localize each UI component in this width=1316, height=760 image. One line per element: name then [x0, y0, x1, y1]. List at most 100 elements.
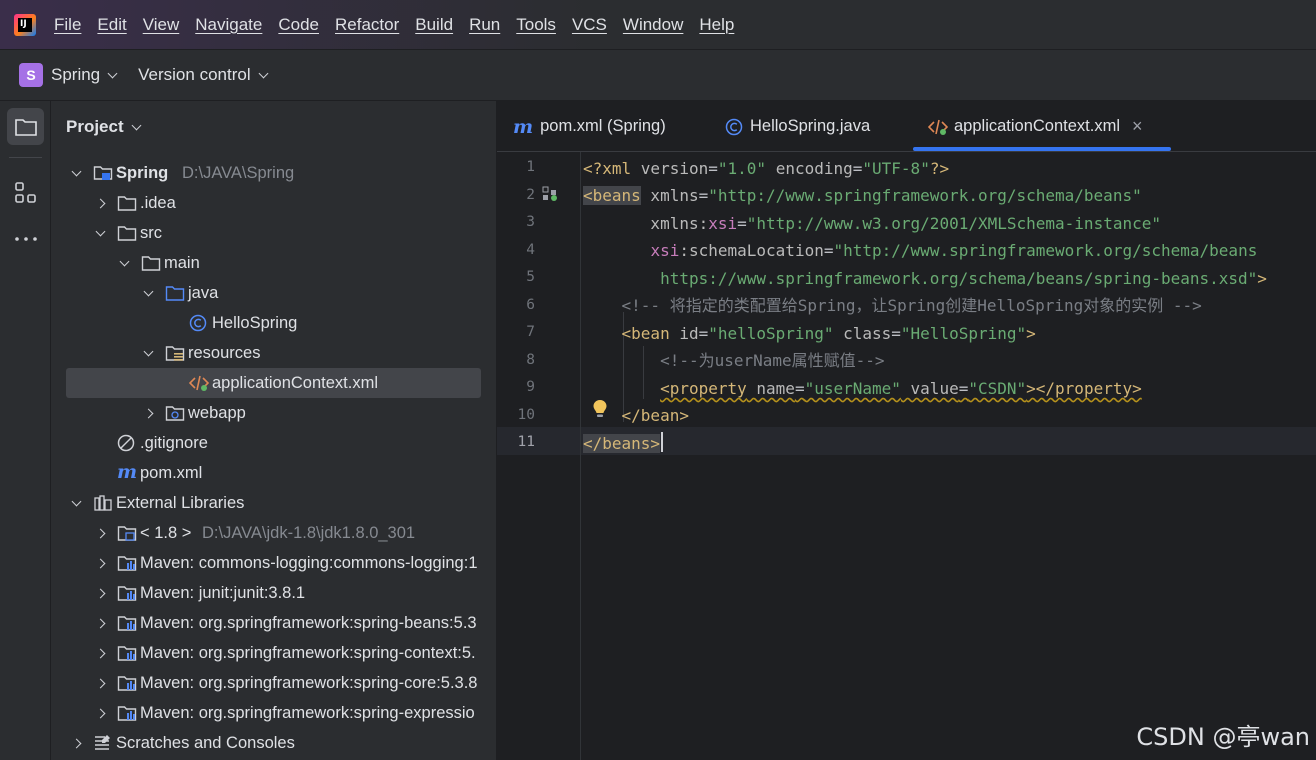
tree-item-scratches-and-consoles[interactable]: Scratches and Consoles: [51, 728, 496, 758]
tree-item-java[interactable]: java: [51, 278, 496, 308]
expand-arrow-down-icon[interactable]: [69, 166, 83, 180]
expand-arrow-down-icon[interactable]: [93, 226, 107, 240]
line-number[interactable]: 6: [497, 297, 535, 313]
tree-item-label: Maven: org.springframework:spring-expres…: [140, 703, 475, 722]
tree-item-label: webapp: [188, 403, 246, 422]
intellij-logo-icon[interactable]: IJ: [14, 13, 36, 36]
module-folder-icon: [93, 164, 113, 180]
expand-arrow-right-icon[interactable]: [93, 706, 107, 720]
expand-arrow-right-icon[interactable]: [93, 586, 107, 600]
tree-item-webapp[interactable]: webapp: [51, 398, 496, 428]
menu-code[interactable]: Code: [278, 15, 319, 35]
project-tool-button[interactable]: [7, 108, 44, 145]
expand-arrow-right-icon[interactable]: [93, 676, 107, 690]
scratches-icon: [93, 734, 111, 750]
expand-arrow-down-icon[interactable]: [141, 346, 155, 360]
project-name: Spring: [51, 65, 101, 84]
tree-item-maven-org-springframework-spring-core-5-3-8[interactable]: Maven: org.springframework:spring-core:5…: [51, 668, 496, 698]
structure-icon[interactable]: [14, 181, 38, 205]
tree-item-label: .gitignore: [140, 433, 208, 452]
project-badge: S: [19, 63, 43, 87]
menu-help[interactable]: Help: [699, 15, 734, 35]
tree-item-maven-org-springframework-spring-expressio[interactable]: Maven: org.springframework:spring-expres…: [51, 698, 496, 728]
menu-window[interactable]: Window: [623, 15, 683, 35]
tree-item-label: applicationContext.xml: [212, 373, 378, 392]
menu-build[interactable]: Build: [415, 15, 453, 35]
folder-icon: [117, 194, 137, 211]
line-number[interactable]: 2: [497, 187, 535, 203]
tree-item-label: Spring: [116, 163, 169, 182]
line-number[interactable]: 7: [497, 324, 535, 340]
expand-arrow-right-icon[interactable]: [93, 526, 107, 540]
line-number[interactable]: 9: [497, 379, 535, 395]
expand-arrow-down-icon[interactable]: [117, 256, 131, 270]
code-line-10: </bean>: [621, 406, 689, 425]
expand-arrow-down-icon[interactable]: [69, 496, 83, 510]
tab-applicationcontext-xml[interactable]: applicationContext.xml ×: [928, 101, 1143, 152]
expand-arrow-right-icon[interactable]: [93, 196, 107, 210]
tree-item-resources[interactable]: resources: [51, 338, 496, 368]
line-number[interactable]: 10: [497, 407, 535, 423]
project-switcher[interactable]: S Spring: [0, 63, 118, 87]
expand-arrow-right-icon[interactable]: [69, 736, 83, 750]
chevron-down-icon: [258, 68, 269, 78]
tree-item-idea[interactable]: .idea: [51, 188, 496, 218]
menu-navigate[interactable]: Navigate: [195, 15, 262, 35]
resources-folder-icon: [165, 344, 185, 361]
tab-label: HelloSpring.java: [750, 117, 871, 135]
expand-arrow-right-icon[interactable]: [93, 646, 107, 660]
tree-item-maven-commons-logging-commons-logging-1[interactable]: Maven: commons-logging:commons-logging:1: [51, 548, 496, 578]
tree-item-label: Maven: commons-logging:commons-logging:1: [140, 553, 478, 572]
tree-item-label: Maven: org.springframework:spring-contex…: [140, 643, 476, 662]
chevron-down-icon: [131, 120, 142, 130]
expand-arrow-down-icon[interactable]: [141, 286, 155, 300]
menu-vcs[interactable]: VCS: [572, 15, 607, 35]
expand-arrow-right-icon[interactable]: [93, 616, 107, 630]
tab-hellospring-java[interactable]: HelloSpring.java: [725, 101, 870, 152]
expand-arrow-right-icon[interactable]: [141, 406, 155, 420]
menu-edit[interactable]: Edit: [97, 15, 126, 35]
menu-view[interactable]: View: [143, 15, 180, 35]
tree-item-label: resources: [188, 343, 261, 362]
close-icon[interactable]: ×: [1132, 116, 1143, 137]
spring-bean-icon[interactable]: [542, 186, 558, 202]
tree-item-maven-org-springframework-spring-context-5[interactable]: Maven: org.springframework:spring-contex…: [51, 638, 496, 668]
tree-item-hellospring[interactable]: HelloSpring: [51, 308, 496, 338]
more-icon[interactable]: [13, 229, 39, 249]
code-area[interactable]: <?xml version="1.0" encoding="UTF-8"?> <…: [583, 152, 1316, 760]
line-number[interactable]: 1: [497, 159, 535, 175]
menu-run[interactable]: Run: [469, 15, 500, 35]
maven-icon: m: [117, 461, 138, 483]
line-number[interactable]: 3: [497, 214, 535, 230]
line-number[interactable]: 8: [497, 352, 535, 368]
tree-item-label: Maven: org.springframework:spring-core:5…: [140, 673, 478, 692]
tree-item-gitignore[interactable]: .gitignore: [51, 428, 496, 458]
line-number[interactable]: 11: [497, 434, 535, 450]
tree-item-label: main: [164, 253, 200, 272]
menu-refactor[interactable]: Refactor: [335, 15, 399, 35]
text-caret: [661, 432, 663, 452]
xml-file-icon: [928, 119, 948, 135]
line-number[interactable]: 5: [497, 269, 535, 285]
version-control-dropdown[interactable]: Version control: [138, 65, 269, 85]
tree-item-src[interactable]: src: [51, 218, 496, 248]
project-panel-header[interactable]: Project: [66, 117, 142, 137]
tree-item-maven-org-springframework-spring-beans-5-3[interactable]: Maven: org.springframework:spring-beans:…: [51, 608, 496, 638]
tree-item-label: pom.xml: [140, 463, 203, 482]
menu-file[interactable]: File: [54, 15, 81, 35]
tree-item-main[interactable]: main: [51, 248, 496, 278]
tree-item-1-8[interactable]: < 1.8 > D:\JAVA\jdk-1.8\jdk1.8.0_301: [51, 518, 496, 548]
tree-item-maven-junit-junit-3-8-1[interactable]: Maven: junit:junit:3.8.1: [51, 578, 496, 608]
line-number[interactable]: 4: [497, 242, 535, 258]
tab-pom-xml[interactable]: m pom.xml (Spring): [513, 101, 666, 152]
editor-area: m pom.xml (Spring) HelloSpring.java appl…: [497, 101, 1316, 760]
tree-item-label: External Libraries: [116, 493, 245, 512]
version-control-label: Version control: [138, 65, 251, 84]
menu-tools[interactable]: Tools: [516, 15, 556, 35]
code-line-7: <bean id="helloSpring" class="HelloSprin…: [621, 324, 1036, 343]
tree-item-pom-xml[interactable]: m pom.xml: [51, 458, 496, 488]
tree-item-external-libraries[interactable]: External Libraries: [51, 488, 496, 518]
expand-arrow-right-icon[interactable]: [93, 556, 107, 570]
tree-item-spring[interactable]: Spring D:\JAVA\Spring: [51, 158, 496, 188]
tree-item-applicationcontext-xml[interactable]: applicationContext.xml: [66, 368, 481, 398]
